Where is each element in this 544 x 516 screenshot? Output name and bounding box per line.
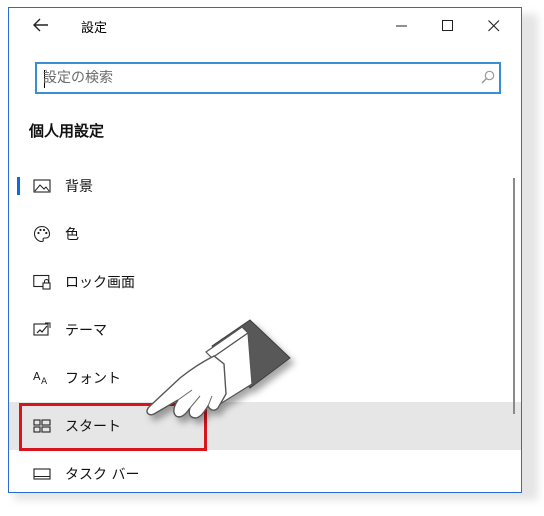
- taskbar-icon: [33, 468, 51, 480]
- maximize-icon: [442, 20, 453, 31]
- picture-icon: [33, 179, 51, 193]
- maximize-button[interactable]: [425, 12, 471, 40]
- close-button[interactable]: [471, 12, 517, 40]
- back-arrow-icon: [33, 18, 48, 32]
- nav-item-taskbar[interactable]: タスク バー: [9, 450, 521, 492]
- nav-item-color[interactable]: 色: [9, 210, 521, 258]
- section-title: 個人用設定: [29, 122, 105, 140]
- minimize-icon: [396, 25, 407, 27]
- selection-indicator: [17, 177, 20, 195]
- back-button[interactable]: [29, 14, 53, 36]
- search-icon[interactable]: [481, 70, 495, 84]
- window-title: 設定: [81, 21, 108, 36]
- nav-item-label: タスク バー: [65, 467, 140, 483]
- nav-item-label: 色: [65, 227, 79, 243]
- search-input[interactable]: [43, 68, 463, 88]
- minimize-button[interactable]: [379, 12, 425, 40]
- nav-item-label: 背景: [65, 179, 93, 195]
- search-box[interactable]: [35, 62, 501, 94]
- nav-item-lock-screen[interactable]: ロック画面: [9, 258, 521, 306]
- close-icon: [488, 20, 500, 32]
- svg-text:A: A: [33, 370, 41, 383]
- lock-screen-icon: [33, 274, 51, 290]
- nav-item-label: ロック画面: [65, 275, 135, 291]
- nav-item-label: テーマ: [65, 323, 107, 339]
- font-icon: A A: [33, 370, 48, 387]
- nav-item-label: フォント: [65, 371, 121, 387]
- nav-item-background[interactable]: 背景: [9, 162, 521, 210]
- pointing-hand-icon: [146, 319, 291, 419]
- scrollbar[interactable]: [513, 178, 515, 414]
- theme-icon: [33, 322, 51, 336]
- title-bar: 設定: [9, 8, 521, 42]
- palette-icon: [33, 225, 51, 243]
- svg-text:A: A: [41, 377, 48, 387]
